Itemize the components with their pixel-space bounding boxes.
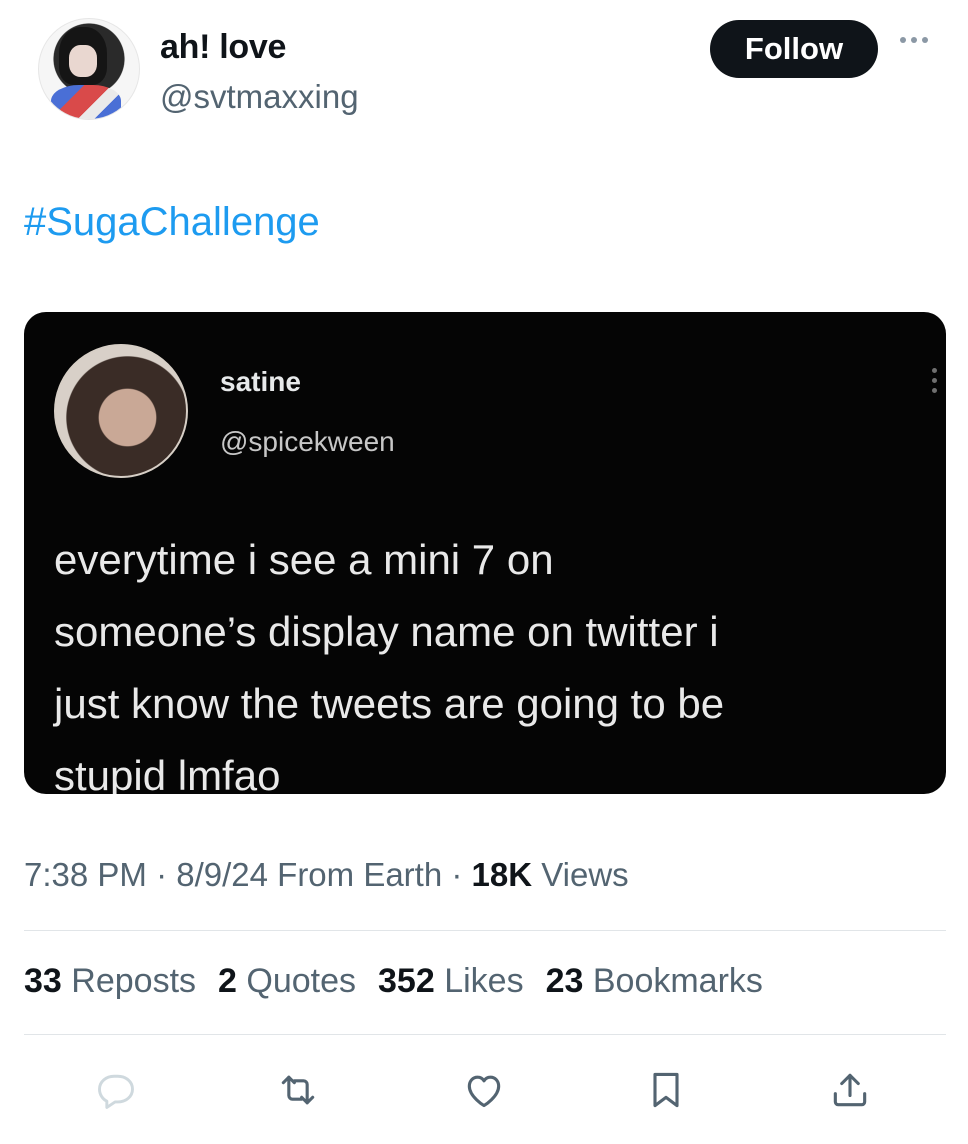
stat-quotes[interactable]: 2 Quotes [218,962,356,1001]
avatar-shirt [51,85,121,119]
author-display-name[interactable]: ah! love [160,28,286,67]
post-source: From Earth [277,856,443,893]
views-count: 18K [471,856,533,893]
bookmark-icon[interactable] [636,1060,696,1120]
author-handle[interactable]: @svtmaxxing [160,78,359,116]
repost-icon[interactable] [268,1060,328,1120]
reply-icon[interactable] [86,1060,146,1120]
stat-likes[interactable]: 352 Likes [378,962,524,1001]
views-label: Views [541,856,629,893]
action-bar [0,1060,968,1120]
share-icon[interactable] [820,1060,880,1120]
quoted-author-name: satine [220,366,301,397]
stat-bookmarks[interactable]: 23 Bookmarks [546,962,763,1001]
quoted-author-handle: @spicekween [220,426,395,457]
author-avatar[interactable] [38,18,140,120]
stat-reposts[interactable]: 33 Reposts [24,962,196,1001]
post-meta: 7:38 PM · 8/9/24 From Earth · 18K Views [24,856,629,893]
quoted-more-icon [930,368,938,408]
divider-top [24,930,946,931]
quoted-author-avatar [54,344,188,478]
avatar-face [69,45,97,77]
hashtag-link[interactable]: #SugaChallenge [24,200,320,245]
divider-bottom [24,1034,946,1035]
post-time[interactable]: 7:38 PM [24,856,147,893]
heart-icon[interactable] [454,1060,514,1120]
engagement-stats: 33 Reposts 2 Quotes 352 Likes 23 Bookmar… [24,962,763,1001]
post-date[interactable]: 8/9/24 [176,856,268,893]
more-options-icon[interactable] [900,30,942,50]
quoted-tweet-text: everytime i see a mini 7 on someone’s di… [54,536,725,794]
follow-button[interactable]: Follow [710,20,878,78]
quoted-tweet-image[interactable]: satine @spicekween everytime i see a min… [24,312,946,794]
